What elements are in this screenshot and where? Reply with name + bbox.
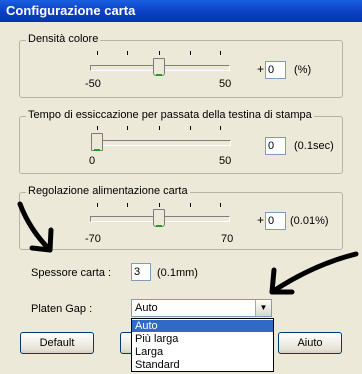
- platen-gap-select[interactable]: Auto ▼: [131, 299, 272, 317]
- feed-sign: +: [257, 213, 265, 227]
- drying-slider-thumb[interactable]: [91, 133, 103, 151]
- feed-tick: [190, 203, 191, 207]
- density-slider-thumb[interactable]: [153, 58, 165, 76]
- chevron-down-icon[interactable]: ▼: [255, 300, 271, 316]
- feed-tick: [159, 203, 160, 207]
- drying-tick: [220, 126, 221, 130]
- feed-tick: [220, 203, 221, 207]
- help-button[interactable]: Aiuto: [278, 332, 342, 354]
- platen-gap-option[interactable]: Auto: [132, 320, 273, 332]
- platen-gap-selected-value: Auto: [135, 302, 158, 314]
- platen-gap-option[interactable]: Larga: [132, 346, 273, 358]
- feed-min-label: -70: [85, 233, 101, 245]
- drying-slider-track[interactable]: [91, 140, 231, 146]
- drying-tick: [127, 126, 128, 130]
- drying-tick: [190, 126, 191, 130]
- density-tick: [190, 51, 191, 55]
- drying-group-title: Tempo di essiccazione per passata della …: [26, 109, 314, 121]
- density-group-title: Densità colore: [26, 33, 101, 45]
- feed-max-label: 70: [221, 233, 234, 245]
- drying-tick: [97, 126, 98, 130]
- density-max-label: 50: [219, 78, 232, 90]
- thickness-unit: (0.1mm): [157, 267, 198, 279]
- thickness-value-field[interactable]: 3: [131, 263, 151, 281]
- title-bar: Configurazione carta: [0, 0, 362, 22]
- density-unit: (%): [294, 64, 312, 76]
- feed-value-field[interactable]: 0: [265, 212, 286, 230]
- density-value-field[interactable]: 0: [265, 61, 286, 79]
- drying-min-label: 0: [89, 155, 96, 167]
- density-tick: [220, 51, 221, 55]
- platen-gap-label: Platen Gap :: [31, 303, 93, 315]
- density-sign: +: [257, 62, 265, 76]
- platen-gap-option[interactable]: Più larga: [132, 333, 273, 345]
- density-min-label: -50: [85, 78, 101, 90]
- feed-unit: (0.01%): [290, 215, 329, 227]
- default-button[interactable]: Default: [20, 332, 94, 354]
- drying-max-label: 50: [219, 155, 232, 167]
- drying-unit: (0.1sec): [294, 140, 334, 152]
- platen-gap-option[interactable]: Standard: [132, 359, 273, 371]
- hand-drawn-arrow-icon: [269, 251, 359, 295]
- feed-group-title: Regolazione alimentazione carta: [26, 185, 190, 197]
- window-title: Configurazione carta: [6, 3, 136, 18]
- drying-value-field[interactable]: 0: [265, 137, 286, 155]
- density-tick: [159, 51, 160, 55]
- hand-drawn-arrow-icon: [17, 201, 54, 253]
- feed-tick: [97, 203, 98, 207]
- feed-tick: [127, 203, 128, 207]
- drying-tick: [159, 126, 160, 130]
- density-tick: [127, 51, 128, 55]
- density-tick: [97, 51, 98, 55]
- thickness-label: Spessore carta :: [31, 267, 112, 279]
- platen-gap-dropdown-list: Auto Più larga Larga Standard: [131, 318, 274, 372]
- feed-slider-thumb[interactable]: [153, 209, 165, 227]
